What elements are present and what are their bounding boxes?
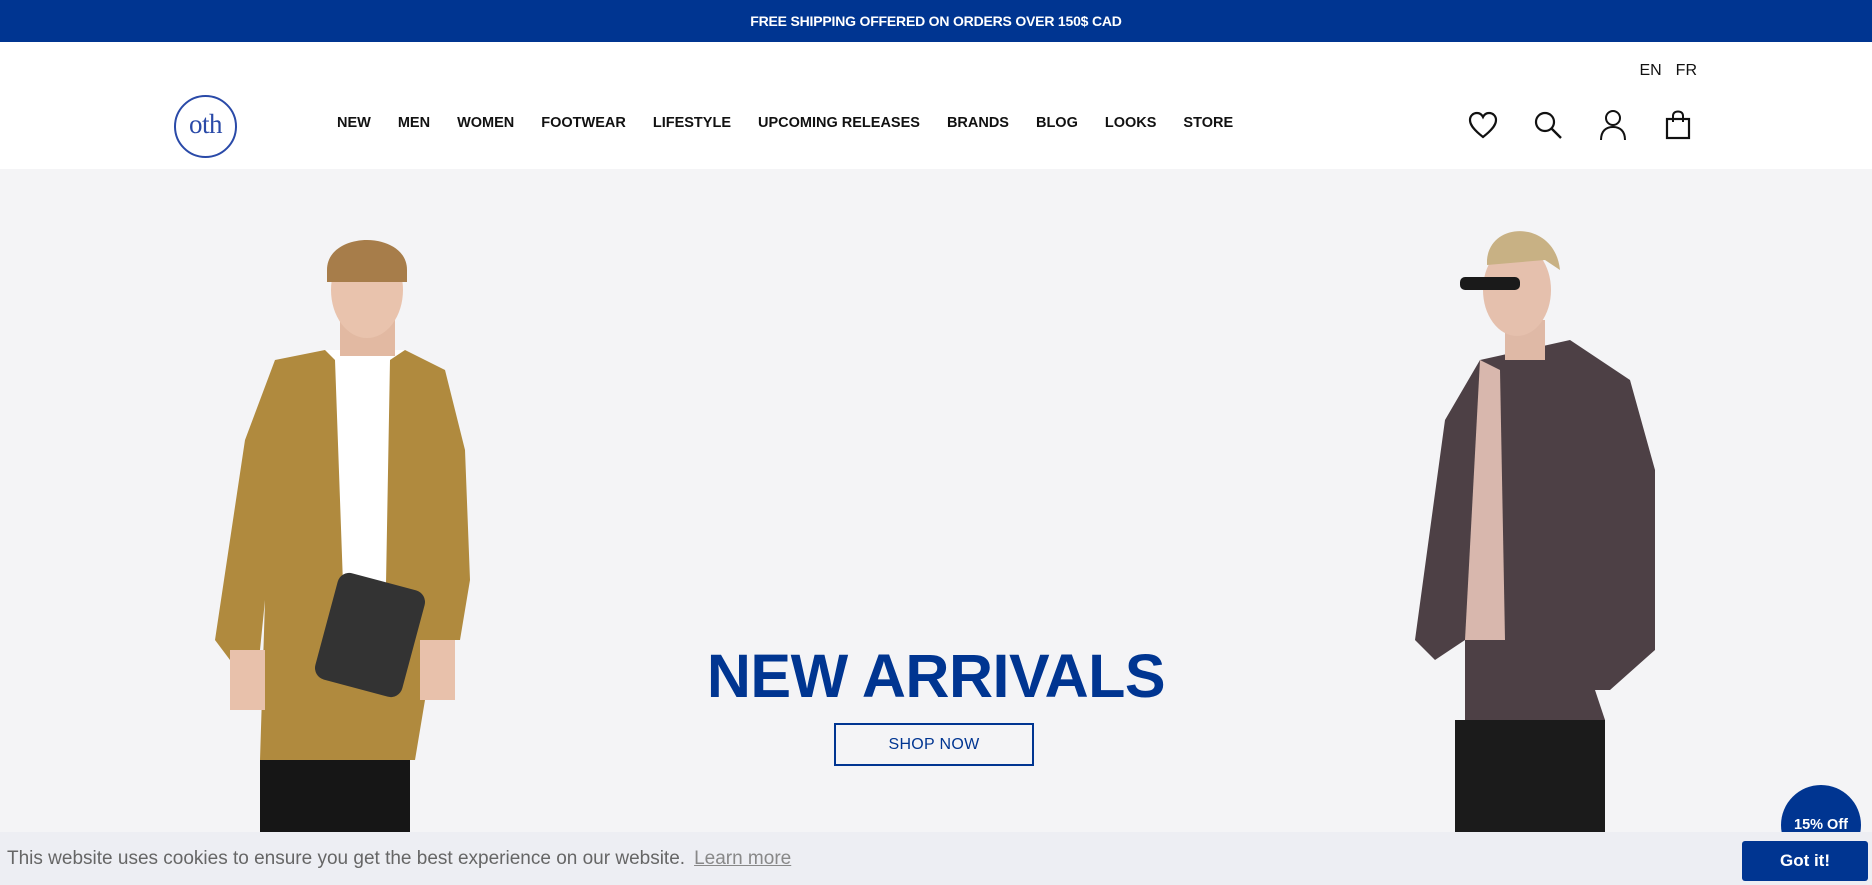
model-right-image: [1415, 231, 1655, 832]
announcement-bar: FREE SHIPPING OFFERED ON ORDERS OVER 150…: [0, 0, 1872, 42]
nav-lifestyle[interactable]: LIFESTYLE: [653, 115, 731, 131]
account-icon: [1600, 110, 1626, 141]
discount-label: 15% Off: [1794, 817, 1848, 833]
nav-upcoming-releases[interactable]: UPCOMING RELEASES: [758, 115, 920, 131]
search-button[interactable]: [1531, 108, 1565, 142]
search-icon: [1534, 111, 1562, 139]
account-button[interactable]: [1596, 108, 1630, 142]
logo-text: oth: [188, 109, 223, 139]
announcement-text: FREE SHIPPING OFFERED ON ORDERS OVER 150…: [750, 13, 1122, 29]
nav-new[interactable]: NEW: [337, 115, 371, 131]
nav-looks[interactable]: LOOKS: [1105, 115, 1157, 131]
shop-now-button[interactable]: SHOP NOW: [834, 723, 1034, 766]
cookie-message: This website uses cookies to ensure you …: [7, 847, 686, 869]
nav-footwear[interactable]: FOOTWEAR: [541, 115, 626, 131]
hero-banner: NEW ARRIVALS SHOP NOW: [0, 169, 1872, 832]
nav-blog[interactable]: BLOG: [1036, 115, 1078, 131]
header-icons: [1466, 108, 1695, 142]
nav-women[interactable]: WOMEN: [457, 115, 514, 131]
main-nav: NEW MEN WOMEN FOOTWEAR LIFESTYLE UPCOMIN…: [337, 115, 1260, 131]
model-left-image: [215, 240, 470, 832]
hero-headline: NEW ARRIVALS: [706, 642, 1166, 710]
language-switcher: EN FR: [1639, 62, 1697, 80]
lang-en-link[interactable]: EN: [1639, 62, 1661, 80]
nav-store[interactable]: STORE: [1183, 115, 1233, 131]
cookie-accept-button[interactable]: Got it!: [1742, 841, 1868, 881]
cookie-banner: This website uses cookies to ensure you …: [0, 832, 1872, 885]
nav-men[interactable]: MEN: [398, 115, 430, 131]
site-logo[interactable]: oth: [174, 95, 237, 158]
nav-brands[interactable]: BRANDS: [947, 115, 1009, 131]
bag-icon: [1665, 110, 1691, 140]
lang-fr-link[interactable]: FR: [1676, 62, 1697, 80]
wishlist-button[interactable]: [1466, 108, 1500, 142]
site-header: EN FR oth NEW MEN WOMEN FOOTWEAR LIFESTY…: [0, 42, 1872, 169]
cart-button[interactable]: [1661, 108, 1695, 142]
learn-more-link[interactable]: Learn more: [694, 848, 791, 870]
heart-icon: [1468, 111, 1498, 139]
